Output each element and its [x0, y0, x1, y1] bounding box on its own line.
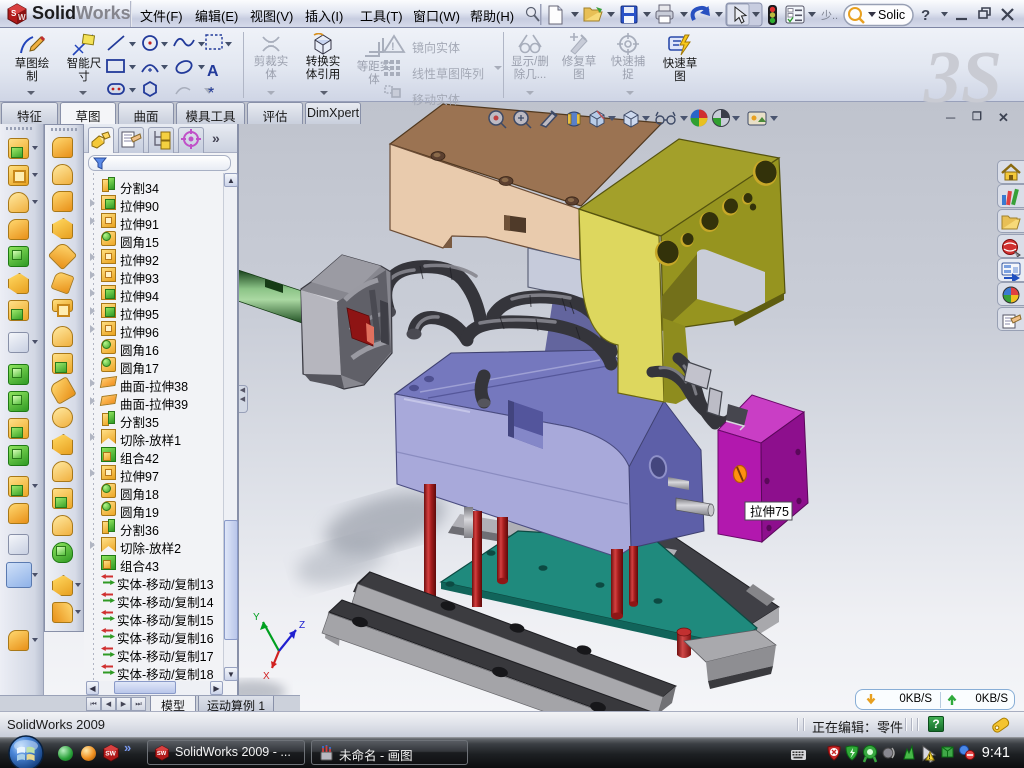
svg-text:Z: Z — [299, 620, 305, 631]
svg-text:X: X — [263, 671, 270, 682]
svg-text:A: A — [207, 63, 219, 80]
svg-text:Y: Y — [253, 612, 260, 623]
svg-text:SW: SW — [157, 751, 167, 757]
svg-text:少..: 少.. — [821, 9, 838, 22]
svg-text:!: ! — [391, 41, 395, 53]
svg-text:Solic: Solic — [878, 8, 905, 22]
svg-text:SW: SW — [105, 750, 116, 757]
svg-text:W: W — [18, 13, 26, 22]
svg-text:!: ! — [929, 755, 931, 761]
svg-text:*: * — [208, 85, 214, 100]
svg-text:拉伸75: 拉伸75 — [750, 504, 789, 519]
svg-text:?: ? — [921, 7, 930, 24]
svg-text:S: S — [11, 9, 17, 18]
